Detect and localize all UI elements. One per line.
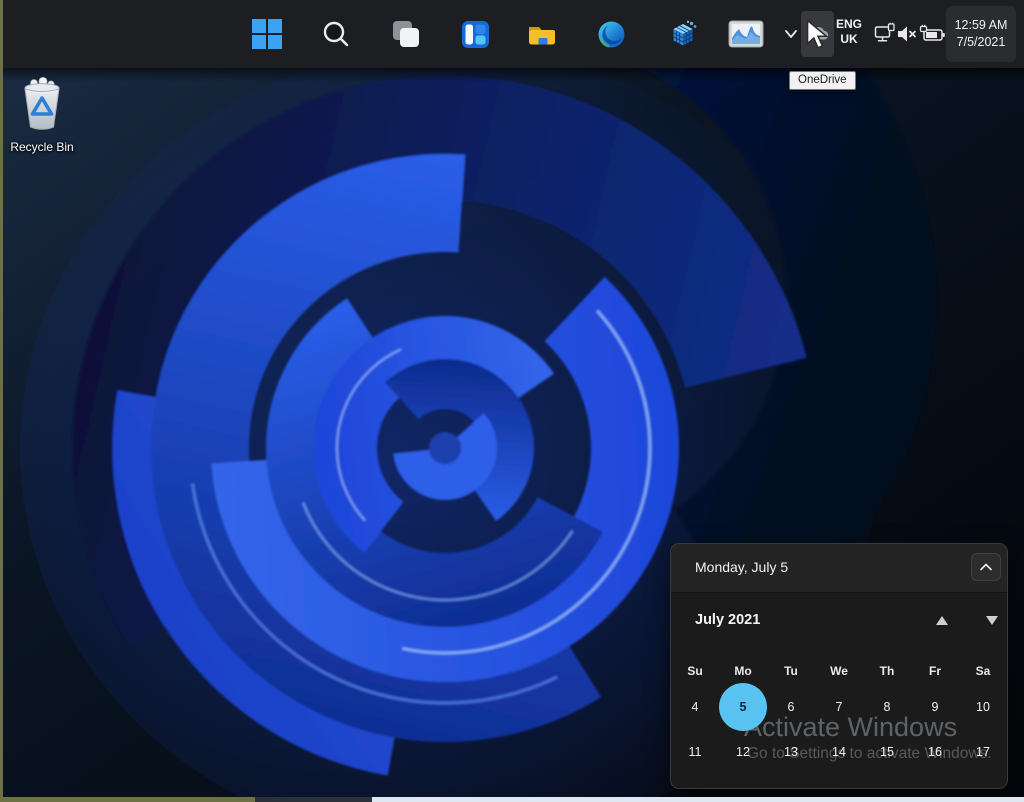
calendar-month-label: July 2021 [695,612,760,628]
calendar-day[interactable]: 7 [815,684,863,729]
calendar-prev-month-button[interactable] [936,616,948,625]
chevron-down-icon [783,28,799,40]
weekday-label: Tu [767,658,815,684]
calendar-header: Monday, July 5 [671,544,1007,593]
calendar-day[interactable]: 11 [671,729,719,774]
calendar-weekday-row: Su Mo Tu We Th Fr Sa [671,658,1007,684]
calendar-day[interactable]: 8 [863,684,911,729]
windows-logo-icon [250,17,284,51]
file-explorer-button[interactable] [522,14,562,54]
screen-edge-strip-left [0,0,3,797]
edge-icon [596,19,627,50]
calendar-day[interactable]: 17 [959,729,1007,774]
language-indicator[interactable]: ENG UK [832,13,866,55]
language-line1: ENG [832,17,866,32]
screen-edge-strip-bottom [0,797,1024,802]
calendar-day[interactable]: 9 [911,684,959,729]
calendar-day[interactable]: 15 [863,729,911,774]
chevron-up-icon [979,562,993,572]
calendar-flyout: Activate Windows Go to Settings to activ… [670,543,1008,789]
clock-time: 12:59 AM [955,17,1008,34]
widgets-icon [460,19,491,50]
weekday-label: Sa [959,658,1007,684]
widgets-button[interactable] [455,14,495,54]
file-explorer-icon [526,19,558,49]
calendar-day[interactable]: 4 [671,684,719,729]
recycle-bin-desktop-icon[interactable]: Recycle Bin [2,76,82,154]
cube-app-icon [668,19,699,50]
windows-desktop-screen: Recycle Bin [0,0,1024,802]
volume-muted-icon [895,22,919,46]
task-manager-icon [728,20,764,48]
battery-charging-icon [918,22,946,46]
task-view-icon [391,19,421,49]
battery-tray-button[interactable] [918,22,946,46]
calendar-collapse-button[interactable] [971,553,1001,581]
calendar-day[interactable]: 6 [767,684,815,729]
mouse-cursor [805,19,833,56]
recycle-bin-icon [14,76,70,134]
network-tray-button[interactable] [873,22,897,46]
calendar-day[interactable]: 16 [911,729,959,774]
network-icon [873,22,897,46]
calendar-next-month-button[interactable] [986,616,998,625]
search-button[interactable] [316,14,356,54]
weekday-label: Mo [719,658,767,684]
calendar-week-row: 11 12 13 14 15 16 17 [671,729,1007,774]
cube-app-button[interactable] [663,14,703,54]
language-line2: UK [832,32,866,47]
start-button[interactable] [247,14,287,54]
clock-date: 7/5/2021 [957,34,1006,51]
calendar-month-row: July 2021 [671,610,1007,634]
calendar-day[interactable]: 10 [959,684,1007,729]
taskbar: ENG UK [0,0,1024,68]
weekday-label: Su [671,658,719,684]
calendar-week-row: 4 5 6 7 8 9 10 [671,684,1007,729]
edge-browser-button[interactable] [591,14,631,54]
weekday-label: Th [863,658,911,684]
clock-tray-button[interactable]: 12:59 AM 7/5/2021 [946,6,1016,62]
task-manager-button[interactable] [726,14,766,54]
calendar-date-label: Monday, July 5 [695,559,788,575]
onedrive-tooltip: OneDrive [789,71,856,90]
weekday-label: Fr [911,658,959,684]
taskbar-shadow [0,68,1024,82]
search-icon [321,19,351,49]
calendar-day[interactable]: 13 [767,729,815,774]
calendar-day[interactable]: 12 [719,729,767,774]
task-view-button[interactable] [386,14,426,54]
volume-tray-button[interactable] [895,22,919,46]
calendar-day-selected[interactable]: 5 [719,684,767,729]
weekday-label: We [815,658,863,684]
calendar-day[interactable]: 14 [815,729,863,774]
recycle-bin-label: Recycle Bin [2,140,82,154]
show-hidden-icons-button[interactable] [779,24,803,44]
